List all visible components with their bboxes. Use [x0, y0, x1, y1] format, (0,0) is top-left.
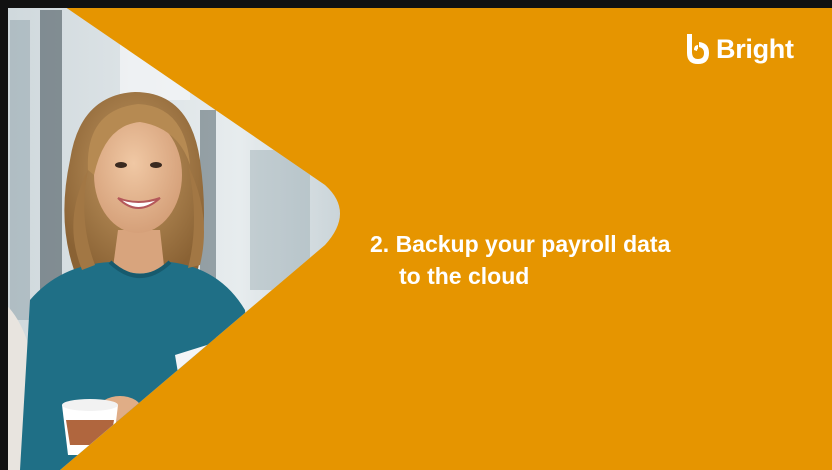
hero-photo	[0, 0, 400, 470]
headline-line-1: 2. Backup your payroll data	[370, 231, 671, 257]
brand-logo: Bright	[684, 28, 814, 70]
top-border	[0, 0, 832, 8]
bright-b-icon	[687, 34, 709, 64]
slide-headline: 2. Backup your payroll data to the cloud	[370, 228, 790, 292]
left-border	[0, 0, 8, 470]
headline-line-2: to the cloud	[399, 263, 530, 289]
brand-name: Bright	[716, 33, 794, 64]
slide: Bright 2. Backup your payroll data to th…	[0, 0, 832, 470]
